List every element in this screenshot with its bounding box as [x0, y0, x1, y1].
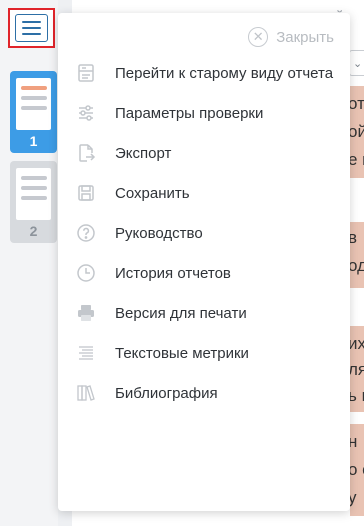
menu-item-save[interactable]: Сохранить	[58, 173, 350, 213]
bibliography-icon	[76, 383, 96, 403]
menu-item-label: Экспорт	[115, 144, 172, 162]
print-icon	[76, 303, 96, 323]
doc-text-fragment: о с	[348, 460, 364, 479]
close-label: Закрыть	[276, 28, 334, 46]
close-menu-button[interactable]: ✕ Закрыть	[248, 27, 334, 47]
page-number: 2	[29, 223, 38, 239]
text-metrics-icon	[76, 343, 96, 363]
doc-text-fragment: е г	[348, 150, 364, 169]
menu-item-bibliography[interactable]: Библиография	[58, 373, 350, 413]
export-icon	[76, 143, 96, 163]
menu-item-label: Текстовые метрики	[115, 344, 249, 362]
page-preview	[16, 78, 51, 130]
old-view-icon	[76, 63, 96, 83]
menu-item-guide[interactable]: Руководство	[58, 213, 350, 253]
page-preview	[16, 168, 51, 220]
doc-dropdown-chevron[interactable]: ⌄	[349, 50, 364, 76]
save-icon	[76, 183, 96, 203]
page-thumbnail-rail: 1 2	[0, 0, 58, 526]
menu-list: Перейти к старому виду отчета Параметры …	[58, 53, 350, 413]
menu-item-check-settings[interactable]: Параметры проверки	[58, 93, 350, 133]
help-icon	[76, 223, 96, 243]
doc-text-fragment: од	[348, 256, 364, 275]
menu-item-print[interactable]: Версия для печати	[58, 293, 350, 333]
menu-item-label: Сохранить	[115, 184, 190, 202]
doc-text-fragment: ь г	[348, 386, 364, 405]
menu-item-text-metrics[interactable]: Текстовые метрики	[58, 333, 350, 373]
doc-text-fragment: от	[348, 94, 364, 113]
menu-toggle-button[interactable]	[8, 8, 55, 48]
menu-item-label: Перейти к старому виду отчета	[115, 64, 334, 82]
menu-item-history[interactable]: История отчетов	[58, 253, 350, 293]
main-menu-panel: ✕ Закрыть Перейти к старому виду отчета	[58, 13, 350, 511]
menu-item-label: Параметры проверки	[115, 104, 264, 122]
doc-text-fragment: ля	[348, 360, 364, 379]
menu-item-label: Руководство	[115, 224, 203, 242]
menu-item-export[interactable]: Экспорт	[58, 133, 350, 173]
hamburger-icon	[15, 14, 48, 42]
menu-item-label: История отчетов	[115, 264, 231, 282]
close-icon: ✕	[248, 27, 269, 47]
page-thumbnail-1[interactable]: 1	[10, 71, 57, 153]
menu-item-label: Версия для печати	[115, 304, 247, 322]
page-number: 1	[29, 133, 38, 149]
doc-text-fragment: их	[348, 334, 364, 353]
report-viewer: й ⌄ от ой е г в од их ля ь г н о с у 1 2	[0, 0, 364, 526]
doc-text-fragment: ой	[348, 122, 364, 141]
menu-item-old-view[interactable]: Перейти к старому виду отчета	[58, 53, 350, 93]
history-icon	[76, 263, 96, 283]
sliders-icon	[76, 103, 96, 123]
page-thumbnail-2[interactable]: 2	[10, 161, 57, 243]
menu-item-label: Библиография	[115, 384, 218, 402]
